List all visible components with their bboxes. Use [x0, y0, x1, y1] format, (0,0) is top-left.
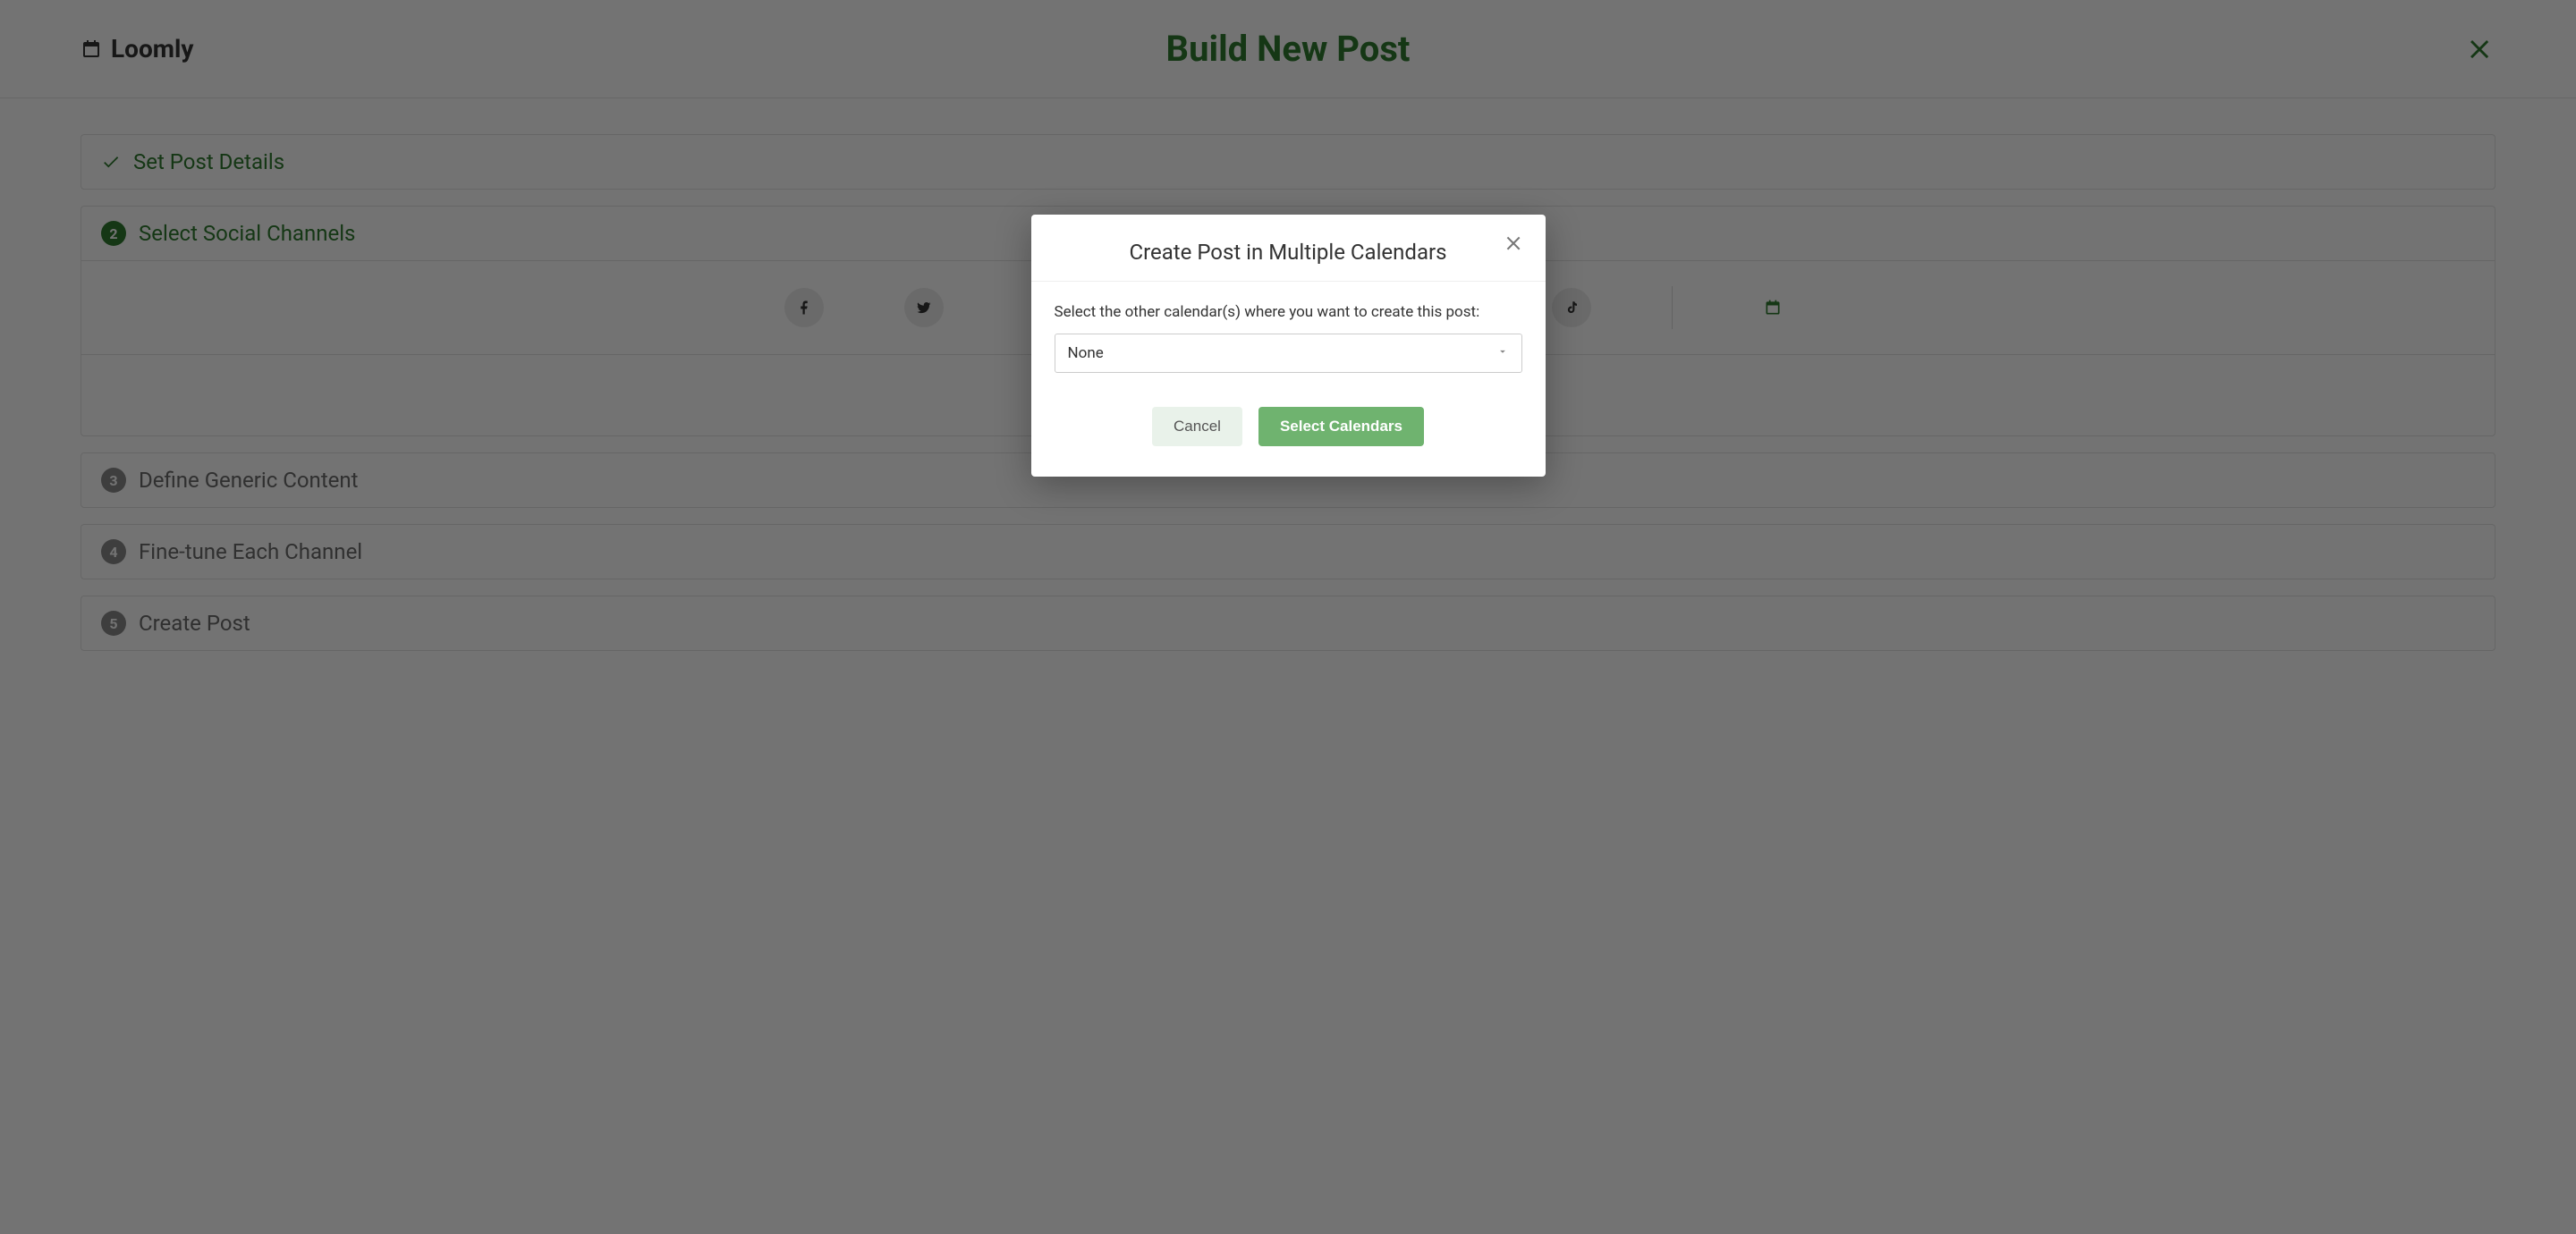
modal-close-button[interactable]: [1501, 231, 1526, 256]
modal-multiple-calendars: Create Post in Multiple Calendars Select…: [1031, 215, 1546, 477]
modal-header: Create Post in Multiple Calendars: [1031, 215, 1546, 282]
modal-instruction: Select the other calendar(s) where you w…: [1055, 303, 1522, 321]
modal-overlay[interactable]: Create Post in Multiple Calendars Select…: [0, 0, 2576, 1234]
close-icon: [1504, 233, 1523, 253]
calendars-select[interactable]: None: [1055, 334, 1522, 373]
cancel-button[interactable]: Cancel: [1152, 407, 1242, 446]
modal-title: Create Post in Multiple Calendars: [1129, 240, 1446, 265]
select-calendars-button[interactable]: Select Calendars: [1258, 407, 1424, 446]
modal-footer: Cancel Select Calendars: [1031, 382, 1546, 477]
select-value: None: [1068, 344, 1104, 362]
chevron-down-icon: [1496, 344, 1509, 362]
